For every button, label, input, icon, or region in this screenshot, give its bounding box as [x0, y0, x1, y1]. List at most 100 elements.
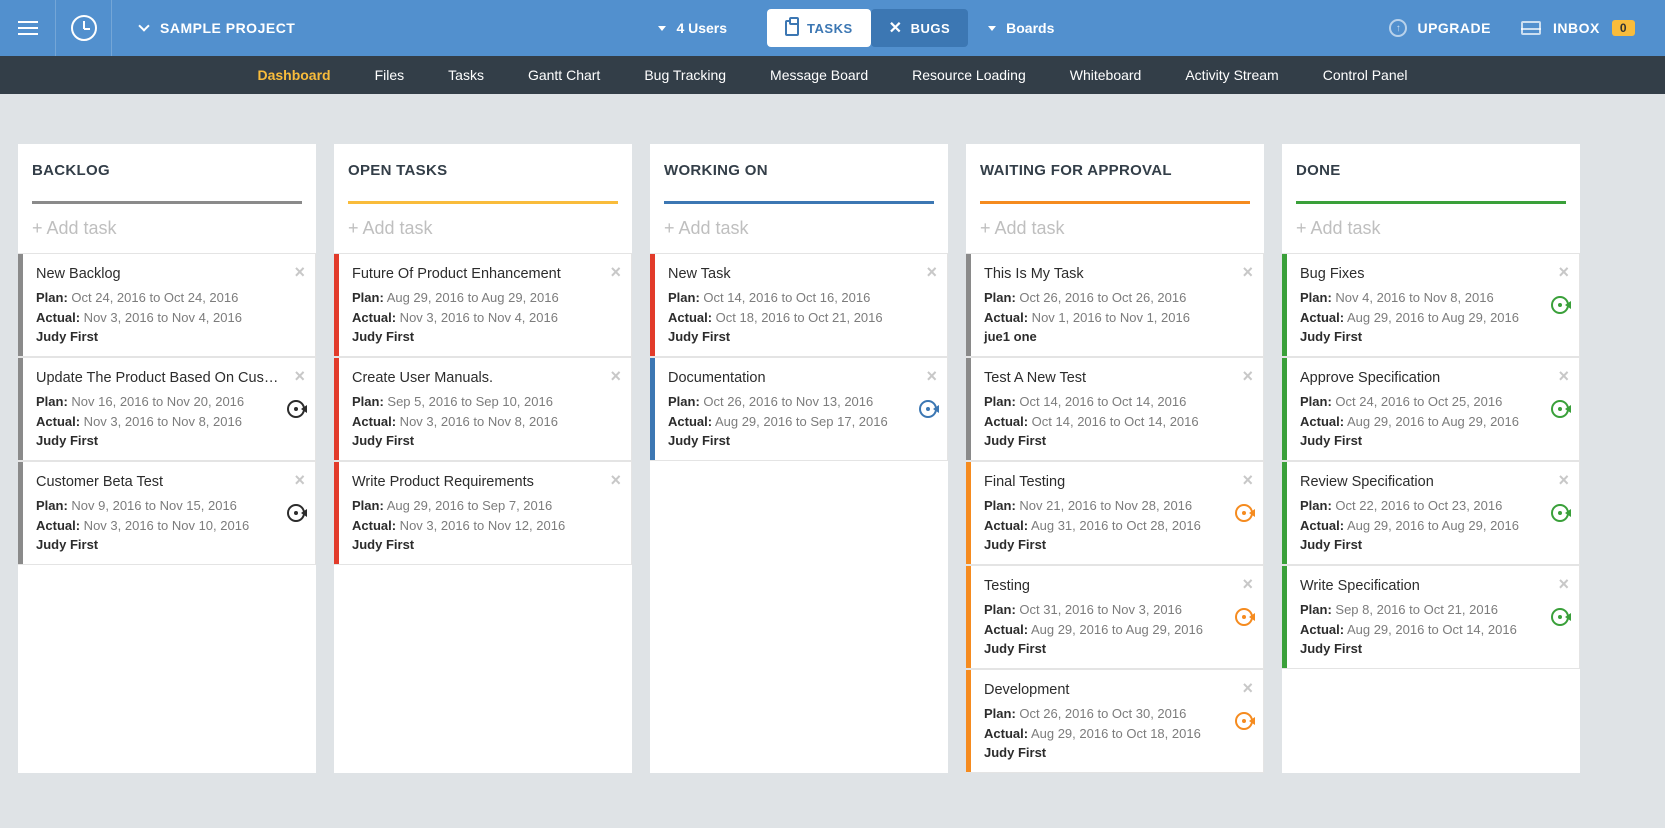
add-task-input[interactable]: + Add task: [650, 204, 948, 253]
card-stripe: [18, 358, 23, 460]
card-stripe: [966, 358, 971, 460]
task-card[interactable]: ×New TaskPlan: Oct 14, 2016 to Oct 16, 2…: [650, 253, 948, 357]
card-close-button[interactable]: ×: [1242, 574, 1253, 595]
nav-dashboard[interactable]: Dashboard: [257, 67, 330, 83]
recurrence-icon: [1551, 400, 1569, 418]
menu-button[interactable]: [0, 0, 56, 56]
card-stripe: [1282, 358, 1287, 460]
project-selector[interactable]: SAMPLE PROJECT: [112, 20, 323, 36]
users-dropdown[interactable]: 4 Users: [658, 20, 727, 36]
card-close-button[interactable]: ×: [1558, 574, 1569, 595]
card-plan-date: Plan: Oct 31, 2016 to Nov 3, 2016: [984, 600, 1249, 620]
task-card[interactable]: ×Test A New TestPlan: Oct 14, 2016 to Oc…: [966, 357, 1264, 461]
card-title: New Task: [668, 266, 933, 282]
task-card[interactable]: ×Approve SpecificationPlan: Oct 24, 2016…: [1282, 357, 1580, 461]
nav-activity-stream[interactable]: Activity Stream: [1185, 67, 1278, 83]
card-actual-date: Actual: Aug 29, 2016 to Oct 18, 2016: [984, 724, 1249, 744]
card-plan-date: Plan: Oct 26, 2016 to Oct 26, 2016: [984, 288, 1249, 308]
card-close-button[interactable]: ×: [1242, 678, 1253, 699]
card-close-button[interactable]: ×: [610, 366, 621, 387]
clock-icon: [71, 15, 97, 41]
card-title: Bug Fixes: [1300, 266, 1565, 282]
card-close-button[interactable]: ×: [610, 262, 621, 283]
card-stripe: [650, 358, 655, 460]
nav-resource-loading[interactable]: Resource Loading: [912, 67, 1026, 83]
task-card[interactable]: ×Write SpecificationPlan: Sep 8, 2016 to…: [1282, 565, 1580, 669]
card-close-button[interactable]: ×: [926, 366, 937, 387]
bugs-label: BUGS: [911, 21, 951, 36]
inbox-count-badge: 0: [1612, 20, 1635, 36]
card-assignee: Judy First: [1300, 329, 1565, 344]
column-header: BACKLOG: [18, 144, 316, 189]
task-card[interactable]: ×Create User Manuals.Plan: Sep 5, 2016 t…: [334, 357, 632, 461]
card-close-button[interactable]: ×: [294, 470, 305, 491]
recurrence-icon: [1235, 712, 1253, 730]
card-title: Development: [984, 682, 1249, 698]
card-close-button[interactable]: ×: [294, 262, 305, 283]
card-close-button[interactable]: ×: [610, 470, 621, 491]
nav-whiteboard[interactable]: Whiteboard: [1070, 67, 1142, 83]
inbox-button[interactable]: INBOX 0: [1521, 20, 1635, 36]
task-card[interactable]: ×DocumentationPlan: Oct 26, 2016 to Nov …: [650, 357, 948, 461]
hamburger-icon: [18, 27, 38, 29]
task-card[interactable]: ×Final TestingPlan: Nov 21, 2016 to Nov …: [966, 461, 1264, 565]
card-title: Future Of Product Enhancement: [352, 266, 617, 282]
task-card[interactable]: ×Review SpecificationPlan: Oct 22, 2016 …: [1282, 461, 1580, 565]
upgrade-button[interactable]: ↑ UPGRADE: [1389, 19, 1491, 37]
card-actual-date: Actual: Oct 18, 2016 to Oct 21, 2016: [668, 308, 933, 328]
task-card[interactable]: ×Update The Product Based On Custo...Pla…: [18, 357, 316, 461]
card-title: Write Specification: [1300, 578, 1565, 594]
task-card[interactable]: ×Write Product RequirementsPlan: Aug 29,…: [334, 461, 632, 565]
tasks-toggle-button[interactable]: TASKS: [767, 9, 871, 47]
project-name: SAMPLE PROJECT: [160, 20, 295, 36]
add-task-input[interactable]: + Add task: [334, 204, 632, 253]
card-close-button[interactable]: ×: [1242, 262, 1253, 283]
chevron-down-icon: [138, 20, 149, 31]
card-plan-date: Plan: Nov 4, 2016 to Nov 8, 2016: [1300, 288, 1565, 308]
add-task-input[interactable]: + Add task: [1282, 204, 1580, 253]
card-close-button[interactable]: ×: [1558, 470, 1569, 491]
column-working-on: WORKING ON+ Add task×New TaskPlan: Oct 1…: [650, 144, 948, 773]
card-assignee: Judy First: [668, 329, 933, 344]
card-assignee: Judy First: [36, 537, 301, 552]
card-stripe: [1282, 566, 1287, 668]
card-close-button[interactable]: ×: [926, 262, 937, 283]
card-close-button[interactable]: ×: [294, 366, 305, 387]
card-assignee: Judy First: [352, 433, 617, 448]
task-card[interactable]: ×This Is My TaskPlan: Oct 26, 2016 to Oc…: [966, 253, 1264, 357]
task-card[interactable]: ×Future Of Product EnhancementPlan: Aug …: [334, 253, 632, 357]
add-task-input[interactable]: + Add task: [18, 204, 316, 253]
nav-files[interactable]: Files: [375, 67, 405, 83]
card-close-button[interactable]: ×: [1242, 366, 1253, 387]
task-card[interactable]: ×DevelopmentPlan: Oct 26, 2016 to Oct 30…: [966, 669, 1264, 773]
column-header: WAITING FOR APPROVAL: [966, 144, 1264, 189]
logo-button[interactable]: [56, 0, 112, 56]
nav-control-panel[interactable]: Control Panel: [1323, 67, 1408, 83]
card-title: Customer Beta Test: [36, 474, 301, 490]
inbox-icon: [1521, 21, 1541, 35]
clipboard-icon: [785, 20, 799, 36]
add-task-input[interactable]: + Add task: [966, 204, 1264, 253]
nav-message-board[interactable]: Message Board: [770, 67, 868, 83]
task-card[interactable]: ×Bug Fixes Plan: Nov 4, 2016 to Nov 8, 20…: [1282, 253, 1580, 357]
boards-dropdown[interactable]: Boards: [988, 20, 1054, 36]
card-stripe: [1282, 254, 1287, 356]
task-card[interactable]: ×New BacklogPlan: Oct 24, 2016 to Oct 24…: [18, 253, 316, 357]
nav-bug-tracking[interactable]: Bug Tracking: [644, 67, 726, 83]
card-close-button[interactable]: ×: [1558, 262, 1569, 283]
top-bar: SAMPLE PROJECT 4 Users TASKS ✕ BUGS Boar…: [0, 0, 1665, 56]
inbox-label: INBOX: [1553, 20, 1600, 36]
task-card[interactable]: ×Customer Beta TestPlan: Nov 9, 2016 to …: [18, 461, 316, 565]
card-plan-date: Plan: Oct 14, 2016 to Oct 14, 2016: [984, 392, 1249, 412]
view-toggle: TASKS ✕ BUGS: [767, 9, 968, 47]
nav-gantt-chart[interactable]: Gantt Chart: [528, 67, 600, 83]
card-close-button[interactable]: ×: [1558, 366, 1569, 387]
nav-tasks[interactable]: Tasks: [448, 67, 484, 83]
task-card[interactable]: ×TestingPlan: Oct 31, 2016 to Nov 3, 201…: [966, 565, 1264, 669]
boards-label: Boards: [1006, 20, 1054, 36]
card-plan-date: Plan: Oct 26, 2016 to Nov 13, 2016: [668, 392, 933, 412]
card-close-button[interactable]: ×: [1242, 470, 1253, 491]
recurrence-icon: [1551, 608, 1569, 626]
caret-down-icon: [658, 26, 666, 31]
bugs-toggle-button[interactable]: ✕ BUGS: [871, 9, 968, 47]
